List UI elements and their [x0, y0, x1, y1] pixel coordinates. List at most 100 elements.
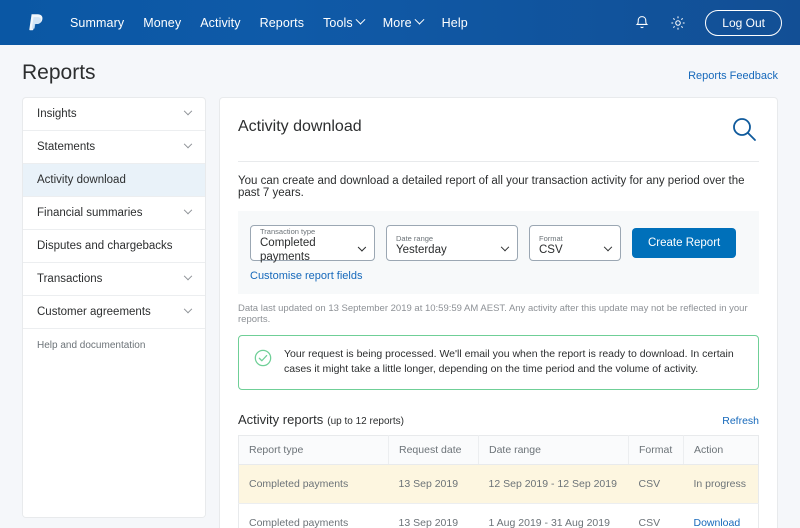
sidebar-item-label: Financial summaries	[37, 207, 185, 219]
nav-item-more[interactable]: More	[383, 16, 423, 30]
report-filters: Transaction type Completed payments Date…	[238, 211, 759, 294]
top-navigation-bar: Summary Money Activity Reports Tools Mor…	[0, 0, 800, 45]
sidebar-item-activity-download[interactable]: Activity download	[23, 164, 205, 197]
chevron-down-icon	[184, 305, 192, 313]
chevron-down-icon	[501, 242, 509, 250]
nav-item-summary[interactable]: Summary	[70, 16, 124, 30]
activity-reports-subtitle: (up to 12 reports)	[327, 416, 404, 427]
chevron-down-icon	[358, 243, 366, 251]
column-header-report-type: Report type	[239, 436, 389, 465]
date-range-label: Date range	[396, 234, 508, 243]
sidebar-item-label: Statements	[37, 141, 185, 153]
chevron-down-icon	[355, 15, 365, 25]
nav-item-label: Activity	[200, 16, 240, 30]
sidebar-item-disputes-and-chargebacks[interactable]: Disputes and chargebacks	[23, 230, 205, 263]
cell-date-range: 12 Sep 2019 - 12 Sep 2019	[479, 465, 629, 504]
nav-item-activity[interactable]: Activity	[200, 16, 240, 30]
sidebar-item-help-and-documentation[interactable]: Help and documentation	[23, 329, 205, 362]
nav-item-money[interactable]: Money	[143, 16, 181, 30]
nav-item-reports[interactable]: Reports	[260, 16, 304, 30]
page-body: Reports Reports Feedback Insights Statem…	[0, 45, 800, 528]
nav-item-tools[interactable]: Tools	[323, 16, 364, 30]
date-range-select[interactable]: Date range Yesterday	[386, 225, 518, 261]
table-header-row: Report type Request date Date range Form…	[239, 436, 759, 465]
sidebar-item-label: Transactions	[37, 273, 185, 285]
transaction-type-value: Completed payments	[260, 236, 359, 264]
cell-format: CSV	[629, 504, 684, 528]
activity-reports-table: Report type Request date Date range Form…	[238, 435, 759, 528]
logout-button[interactable]: Log Out	[705, 10, 782, 36]
nav-actions: Log Out	[633, 10, 782, 36]
table-body: Completed payments 13 Sep 2019 12 Sep 20…	[239, 465, 759, 528]
page-header: Reports Reports Feedback	[22, 45, 778, 85]
sidebar-item-transactions[interactable]: Transactions	[23, 263, 205, 296]
table-row[interactable]: Completed payments 13 Sep 2019 12 Sep 20…	[239, 465, 759, 504]
cell-date-range: 1 Aug 2019 - 31 Aug 2019	[479, 504, 629, 528]
customise-report-fields-link[interactable]: Customise report fields	[250, 270, 363, 282]
sidebar-item-insights[interactable]: Insights	[23, 98, 205, 131]
card-header: Activity download	[238, 114, 759, 149]
nav-item-label: Reports	[260, 16, 304, 30]
activity-reports-header: Activity reports (up to 12 reports) Refr…	[238, 412, 759, 427]
create-report-button[interactable]: Create Report	[632, 228, 736, 258]
gear-icon[interactable]	[669, 14, 687, 32]
cell-request-date: 13 Sep 2019	[389, 465, 479, 504]
data-last-updated-note: Data last updated on 13 September 2019 a…	[238, 294, 759, 335]
sidebar-item-statements[interactable]: Statements	[23, 131, 205, 164]
nav-item-label: More	[383, 16, 412, 30]
processing-status-banner: Your request is being processed. We'll e…	[238, 335, 759, 390]
sidebar-item-label: Customer agreements	[37, 306, 185, 318]
chevron-down-icon	[604, 242, 612, 250]
paypal-logo[interactable]	[22, 10, 48, 36]
column-header-request-date: Request date	[389, 436, 479, 465]
format-label: Format	[539, 234, 611, 243]
search-icon[interactable]	[729, 114, 759, 149]
transaction-type-select[interactable]: Transaction type Completed payments	[250, 225, 375, 261]
chevron-down-icon	[184, 140, 192, 148]
page-title: Reports	[22, 61, 96, 85]
refresh-link[interactable]: Refresh	[722, 415, 759, 427]
sidebar-item-label: Disputes and chargebacks	[37, 240, 191, 252]
sidebar: Insights Statements Activity download Fi…	[22, 97, 206, 518]
column-header-action: Action	[684, 436, 759, 465]
content-layout: Insights Statements Activity download Fi…	[22, 97, 778, 528]
processing-status-message: Your request is being processed. We'll e…	[284, 347, 744, 377]
nav-item-label: Tools	[323, 16, 353, 30]
column-header-date-range: Date range	[479, 436, 629, 465]
filter-row: Transaction type Completed payments Date…	[250, 225, 747, 261]
format-value: CSV	[539, 243, 563, 257]
card-title: Activity download	[238, 114, 362, 136]
table-row[interactable]: Completed payments 13 Sep 2019 1 Aug 201…	[239, 504, 759, 528]
transaction-type-label: Transaction type	[260, 227, 365, 236]
chevron-down-icon	[184, 272, 192, 280]
nav-item-help[interactable]: Help	[442, 16, 468, 30]
sidebar-item-label: Insights	[37, 108, 185, 120]
activity-download-card: Activity download You can create and dow…	[219, 97, 778, 528]
nav-item-label: Help	[442, 16, 468, 30]
bell-icon[interactable]	[633, 14, 651, 32]
table-header: Report type Request date Date range Form…	[239, 436, 759, 465]
format-select[interactable]: Format CSV	[529, 225, 621, 261]
chevron-down-icon	[414, 15, 424, 25]
sidebar-item-customer-agreements[interactable]: Customer agreements	[23, 296, 205, 329]
date-range-value: Yesterday	[396, 243, 447, 257]
cell-report-type: Completed payments	[239, 504, 389, 528]
nav-item-label: Money	[143, 16, 181, 30]
cell-action: Download	[684, 504, 759, 528]
download-link[interactable]: Download	[694, 517, 741, 528]
chevron-down-icon	[184, 107, 192, 115]
check-circle-icon	[253, 348, 273, 373]
column-header-format: Format	[629, 436, 684, 465]
cell-action: In progress	[684, 465, 759, 504]
sidebar-item-financial-summaries[interactable]: Financial summaries	[23, 197, 205, 230]
card-description: You can create and download a detailed r…	[238, 162, 759, 211]
cell-format: CSV	[629, 465, 684, 504]
activity-reports-title: Activity reports	[238, 412, 323, 427]
cell-request-date: 13 Sep 2019	[389, 504, 479, 528]
sidebar-filler	[23, 362, 205, 517]
reports-feedback-link[interactable]: Reports Feedback	[688, 70, 778, 85]
nav-menu: Summary Money Activity Reports Tools Mor…	[70, 16, 468, 30]
nav-item-label: Summary	[70, 16, 124, 30]
cell-report-type: Completed payments	[239, 465, 389, 504]
sidebar-item-label: Activity download	[37, 174, 191, 186]
